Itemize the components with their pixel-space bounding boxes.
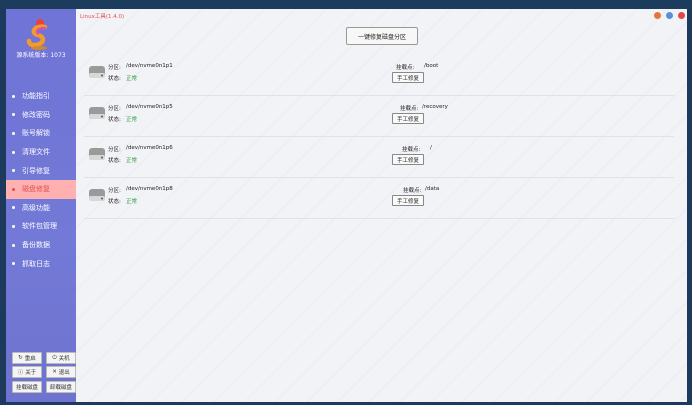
sidebar-item-label: 磁盘修复 bbox=[22, 185, 50, 194]
bullet-icon bbox=[12, 262, 15, 266]
sidebar-item-unlock-account[interactable]: 账号解锁 bbox=[6, 124, 76, 143]
partition-row: 分区: /dev/nvme0n1p5 状态: 正常 挂载点: /recovery… bbox=[84, 98, 674, 137]
sidebar-item-advanced[interactable]: 高级功能 bbox=[6, 199, 76, 218]
shutdown-button[interactable]: ⏻ 关机 bbox=[46, 352, 76, 364]
unmount-disk-button[interactable]: 卸载磁盘 bbox=[46, 381, 76, 393]
mount-point-value: / bbox=[430, 145, 432, 151]
partition-device: /dev/nvme0n1p5 bbox=[126, 104, 173, 110]
desktop-top-strip bbox=[0, 0, 692, 9]
sidebar-button-row: ⓘ 关于 ✕ 退出 bbox=[12, 366, 76, 378]
about-button[interactable]: ⓘ 关于 bbox=[12, 366, 42, 378]
sidebar-item-label: 抓取日志 bbox=[22, 259, 50, 268]
mount-point-label: 挂载点: bbox=[400, 106, 419, 112]
mount-point-label: 挂载点: bbox=[402, 147, 421, 153]
mount-point-label: 挂载点: bbox=[403, 188, 422, 194]
sidebar-item-label: 修改密码 bbox=[22, 110, 50, 119]
status-label: 状态: bbox=[108, 158, 121, 164]
disk-drive-icon bbox=[89, 66, 105, 78]
sidebar-button-row: ↻ 重启 ⏻ 关机 bbox=[12, 352, 76, 364]
sidebar-button-row: 挂载磁盘 卸载磁盘 bbox=[12, 381, 76, 393]
bullet-icon bbox=[12, 187, 15, 191]
sidebar-item-label: 清理文件 bbox=[22, 148, 50, 157]
minimize-icon[interactable] bbox=[654, 12, 661, 19]
manual-fix-button[interactable]: 手工修复 bbox=[392, 113, 424, 124]
sidebar-item-label: 软件包管理 bbox=[22, 222, 57, 231]
main-panel: Linux工具(1.4.0) 一键修复磁盘分区 分区: /dev/nvme0n1… bbox=[76, 9, 687, 402]
sidebar-item-label: 高级功能 bbox=[22, 203, 50, 212]
partition-label: 分区: bbox=[108, 188, 121, 194]
bullet-icon bbox=[12, 243, 15, 247]
bullet-icon bbox=[12, 94, 15, 98]
partition-status: 正常 bbox=[126, 199, 138, 205]
mount-label: 挂载磁盘 bbox=[15, 385, 38, 391]
exit-label: 退出 bbox=[58, 370, 70, 376]
sidebar-item-label: 功能指引 bbox=[22, 92, 50, 101]
sidebar-item-label: 账号解锁 bbox=[22, 129, 50, 138]
restart-button[interactable]: ↻ 重启 bbox=[12, 352, 42, 364]
mount-point-value: /recovery bbox=[422, 104, 448, 110]
settings-icon[interactable] bbox=[666, 12, 673, 19]
os-version-label: 源系统版本: 1073 bbox=[16, 52, 66, 59]
partition-row: 分区: /dev/nvme0n1p6 状态: 正常 挂载点: / 手工修复 bbox=[84, 139, 674, 178]
sidebar-item-boot-repair[interactable]: 引导修复 bbox=[6, 161, 76, 180]
status-label: 状态: bbox=[108, 199, 121, 205]
sidebar-menu: 功能指引 修改密码 账号解锁 清理文件 引导修复 磁盘修复 高级功能 软件包管理… bbox=[6, 87, 76, 273]
sidebar-item-backup[interactable]: 备份数据 bbox=[6, 236, 76, 255]
bullet-icon bbox=[12, 224, 15, 228]
partition-device: /dev/nvme0n1p1 bbox=[126, 63, 173, 69]
refresh-icon: ↻ bbox=[18, 355, 23, 361]
sidebar-item-change-password[interactable]: 修改密码 bbox=[6, 106, 76, 125]
restart-label: 重启 bbox=[24, 356, 36, 362]
sidebar-item-logs[interactable]: 抓取日志 bbox=[6, 254, 76, 273]
manual-fix-button[interactable]: 手工修复 bbox=[392, 154, 424, 165]
status-label: 状态: bbox=[108, 117, 121, 123]
shutdown-label: 关机 bbox=[58, 356, 70, 362]
disk-drive-icon bbox=[89, 148, 105, 160]
partition-device: /dev/nvme0n1p6 bbox=[126, 145, 173, 151]
bullet-icon bbox=[12, 206, 15, 210]
partition-status: 正常 bbox=[126, 158, 138, 164]
sidebar-item-disk-repair[interactable]: 磁盘修复 bbox=[6, 179, 76, 199]
mount-point-label: 挂载点: bbox=[396, 65, 415, 71]
app-logo-icon bbox=[26, 19, 48, 50]
bullet-icon bbox=[12, 131, 15, 135]
disk-drive-icon bbox=[89, 189, 105, 201]
mount-point-value: /boot bbox=[424, 63, 439, 69]
partition-device: /dev/nvme0n1p8 bbox=[126, 186, 173, 192]
disk-drive-icon bbox=[89, 107, 105, 119]
status-label: 状态: bbox=[108, 76, 121, 82]
partition-label: 分区: bbox=[108, 106, 121, 112]
sidebar-item-clean-files[interactable]: 清理文件 bbox=[6, 143, 76, 162]
unmount-label: 卸载磁盘 bbox=[49, 385, 72, 391]
info-icon: ⓘ bbox=[17, 370, 24, 376]
app-title: Linux工具(1.4.0) bbox=[80, 14, 125, 20]
sidebar-item-package-manager[interactable]: 软件包管理 bbox=[6, 217, 76, 236]
about-label: 关于 bbox=[25, 370, 37, 376]
partition-status: 正常 bbox=[126, 76, 138, 82]
partition-row: 分区: /dev/nvme0n1p1 状态: 正常 挂载点: /boot 手工修… bbox=[84, 57, 674, 96]
sidebar-item-label: 引导修复 bbox=[22, 166, 50, 175]
partition-label: 分区: bbox=[108, 147, 121, 153]
partition-row: 分区: /dev/nvme0n1p8 状态: 正常 挂载点: /data 手工修… bbox=[84, 180, 674, 219]
fix-all-partitions-button[interactable]: 一键修复磁盘分区 bbox=[346, 27, 418, 45]
mount-disk-button[interactable]: 挂载磁盘 bbox=[12, 381, 42, 393]
close-icon[interactable] bbox=[678, 12, 685, 19]
sidebar-item-label: 备份数据 bbox=[22, 241, 50, 250]
bullet-icon bbox=[12, 113, 15, 117]
manual-fix-button[interactable]: 手工修复 bbox=[392, 72, 424, 83]
sidebar: 源系统版本: 1073 功能指引 修改密码 账号解锁 清理文件 引导修复 磁盘修… bbox=[6, 9, 76, 402]
bullet-icon bbox=[12, 169, 15, 173]
mount-point-value: /data bbox=[425, 186, 440, 192]
exit-button[interactable]: ✕ 退出 bbox=[46, 366, 76, 378]
manual-fix-button[interactable]: 手工修复 bbox=[392, 195, 424, 206]
app-window: 源系统版本: 1073 功能指引 修改密码 账号解锁 清理文件 引导修复 磁盘修… bbox=[6, 9, 687, 402]
partition-status: 正常 bbox=[126, 117, 138, 123]
bullet-icon bbox=[12, 150, 15, 154]
sidebar-item-guide[interactable]: 功能指引 bbox=[6, 87, 76, 106]
power-icon: ⏻ bbox=[52, 354, 57, 361]
close-icon: ✕ bbox=[52, 369, 57, 375]
partition-label: 分区: bbox=[108, 65, 121, 71]
